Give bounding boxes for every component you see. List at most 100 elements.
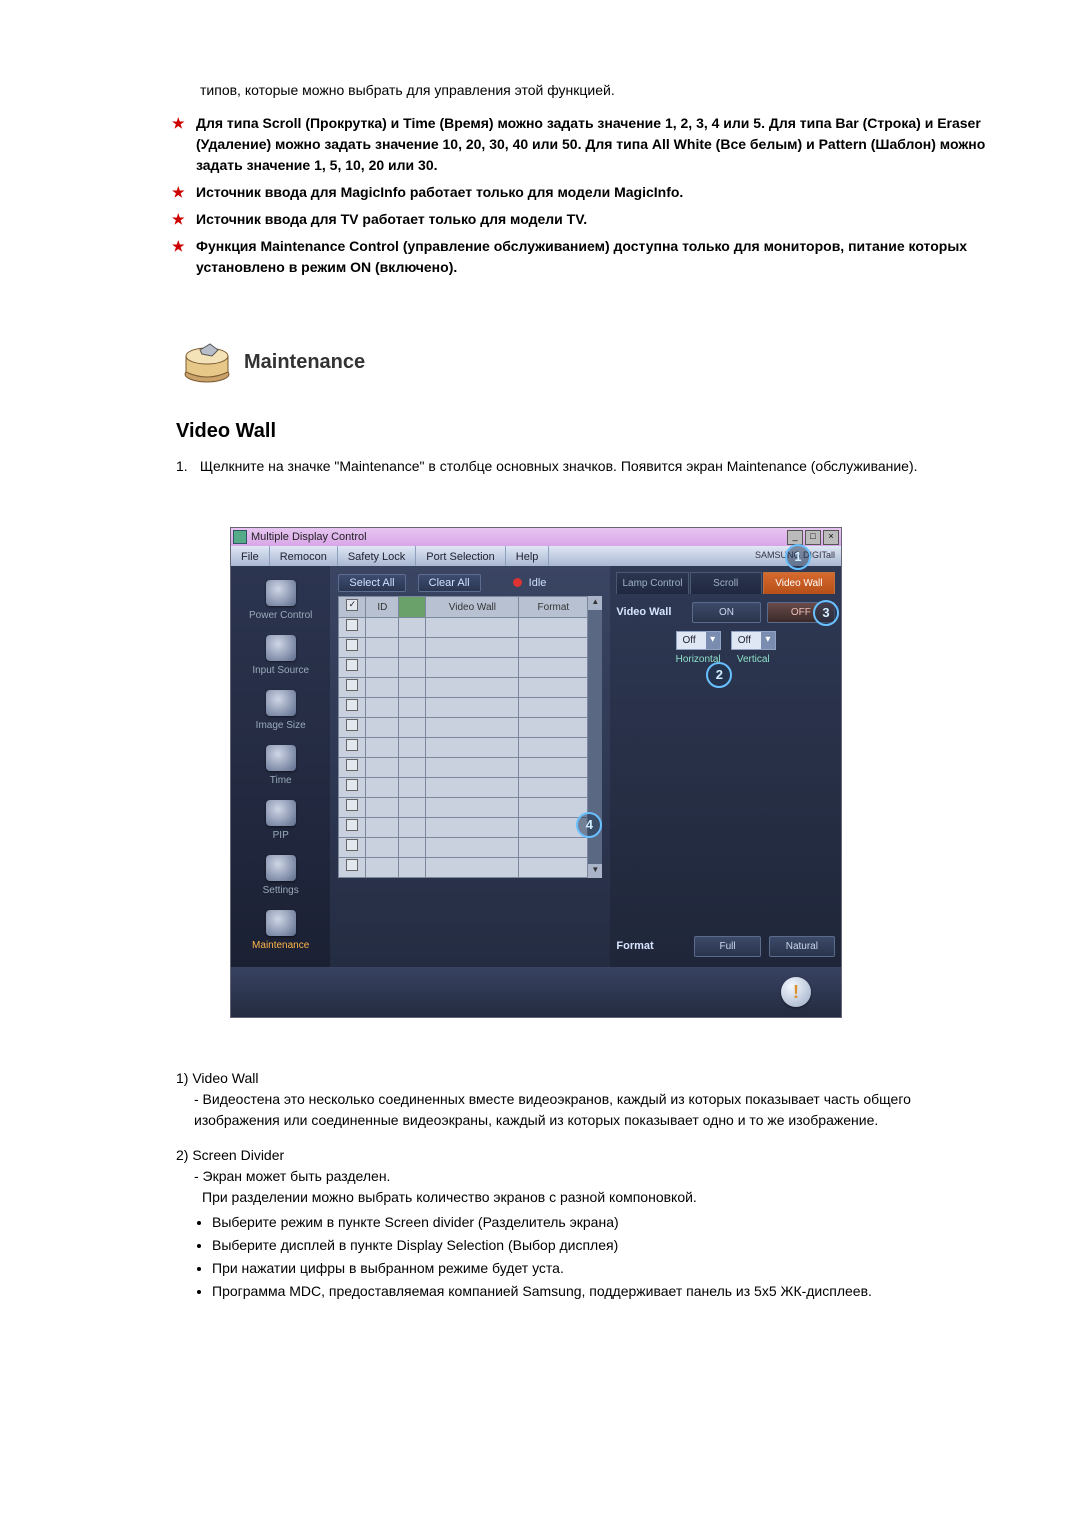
- section-header: Maintenance: [180, 338, 990, 386]
- table-row[interactable]: [339, 738, 588, 758]
- image-size-icon: [266, 690, 296, 716]
- tab-video-wall[interactable]: Video Wall: [763, 572, 835, 594]
- table-row[interactable]: [339, 758, 588, 778]
- row-checkbox[interactable]: [346, 779, 358, 791]
- document-page: типов, которые можно выбрать для управле…: [90, 0, 990, 1376]
- scroll-up-icon[interactable]: ▲: [588, 596, 602, 610]
- table-row[interactable]: [339, 818, 588, 838]
- idle-label: Idle: [529, 577, 547, 589]
- sidebar-item-label: PIP: [231, 828, 330, 843]
- time-icon: [266, 745, 296, 771]
- sidebar-item-label: Image Size: [231, 718, 330, 733]
- table-row[interactable]: [339, 798, 588, 818]
- row-checkbox[interactable]: [346, 839, 358, 851]
- pip-icon: [266, 800, 296, 826]
- sidebar-item-time[interactable]: Time: [231, 739, 330, 794]
- table-row[interactable]: [339, 698, 588, 718]
- app-icon: [233, 530, 247, 544]
- maintenance-nav-icon: [266, 910, 296, 936]
- table-row[interactable]: [339, 638, 588, 658]
- table-row[interactable]: [339, 858, 588, 878]
- sidebar-item-label: Settings: [231, 883, 330, 898]
- format-full-button[interactable]: Full: [694, 936, 760, 957]
- intro-text: типов, которые можно выбрать для управле…: [200, 80, 990, 101]
- menu-file[interactable]: File: [231, 546, 270, 566]
- sidebar-item-maintenance[interactable]: Maintenance: [231, 904, 330, 959]
- display-grid: ID Video Wall Format: [338, 596, 602, 878]
- desc-line: При разделении можно выбрать количество …: [202, 1187, 990, 1208]
- row-checkbox[interactable]: [346, 799, 358, 811]
- row-checkbox[interactable]: [346, 679, 358, 691]
- note-item: Источник ввода для TV работает только дл…: [180, 209, 990, 230]
- col-status-icon: [399, 597, 426, 618]
- menu-port-selection[interactable]: Port Selection: [416, 546, 505, 566]
- row-checkbox[interactable]: [346, 739, 358, 751]
- menu-safety-lock[interactable]: Safety Lock: [338, 546, 416, 566]
- sidebar-item-label: Power Control: [231, 608, 330, 623]
- row-checkbox[interactable]: [346, 759, 358, 771]
- sidebar-item-label: Input Source: [231, 663, 330, 678]
- sidebar-item-label: Maintenance: [231, 938, 330, 953]
- scroll-down-icon[interactable]: ▼: [588, 864, 602, 878]
- maximize-button[interactable]: □: [805, 530, 821, 545]
- chevron-down-icon: ▾: [706, 632, 720, 649]
- center-pane: Select All Clear All Idle ID: [330, 566, 610, 967]
- table-row[interactable]: [339, 838, 588, 858]
- sidebar-item-label: Time: [231, 773, 330, 788]
- app-screenshot: Multiple Display Control _ □ × File Remo…: [230, 527, 842, 1018]
- minimize-button[interactable]: _: [787, 530, 803, 545]
- sidebar-item-input-source[interactable]: Input Source: [231, 629, 330, 684]
- row-checkbox[interactable]: [346, 639, 358, 651]
- close-button[interactable]: ×: [823, 530, 839, 545]
- subsection-title: Video Wall: [176, 416, 990, 446]
- maintenance-icon: [180, 338, 234, 386]
- sidebar-item-settings[interactable]: Settings: [231, 849, 330, 904]
- sidebar-item-power-control[interactable]: Power Control: [231, 574, 330, 629]
- input-source-icon: [266, 635, 296, 661]
- clear-all-button[interactable]: Clear All: [418, 574, 481, 592]
- tab-lamp-control[interactable]: Lamp Control: [616, 572, 688, 594]
- vertical-value: Off: [732, 632, 761, 649]
- row-checkbox[interactable]: [346, 719, 358, 731]
- table-row[interactable]: [339, 678, 588, 698]
- table-row[interactable]: [339, 778, 588, 798]
- desc-bullet: Выберите дисплей в пункте Display Select…: [212, 1235, 990, 1256]
- format-natural-button[interactable]: Natural: [769, 936, 835, 957]
- menu-remocon[interactable]: Remocon: [270, 546, 338, 566]
- description-item: 2) Screen Divider - Экран может быть раз…: [176, 1145, 990, 1302]
- vertical-label: Vertical: [731, 652, 776, 667]
- header-checkbox[interactable]: [346, 599, 358, 611]
- desc-bullet: Выберите режим в пункте Screen divider (…: [212, 1212, 990, 1233]
- table-row[interactable]: [339, 618, 588, 638]
- select-all-button[interactable]: Select All: [338, 574, 405, 592]
- sidebar-item-pip[interactable]: PIP: [231, 794, 330, 849]
- row-checkbox[interactable]: [346, 819, 358, 831]
- settings-icon: [266, 855, 296, 881]
- status-strip: !: [231, 967, 841, 1017]
- horizontal-dropdown[interactable]: Off ▾: [676, 631, 721, 650]
- video-wall-on-button[interactable]: ON: [692, 602, 760, 623]
- row-checkbox[interactable]: [346, 699, 358, 711]
- vertical-dropdown[interactable]: Off ▾: [731, 631, 776, 650]
- description-list: 1) Video Wall - Видеостена это несколько…: [176, 1068, 990, 1302]
- table-row[interactable]: [339, 718, 588, 738]
- sidebar-item-image-size[interactable]: Image Size: [231, 684, 330, 739]
- note-item: Для типа Scroll (Прокрутка) и Time (Врем…: [180, 113, 990, 176]
- tab-scroll[interactable]: Scroll: [690, 572, 762, 594]
- table-row[interactable]: [339, 658, 588, 678]
- desc-bullet: При нажатии цифры в выбранном режиме буд…: [212, 1258, 990, 1279]
- note-list: Для типа Scroll (Прокрутка) и Time (Врем…: [180, 113, 990, 278]
- step-number: 1.: [176, 456, 196, 477]
- col-format: Format: [519, 597, 588, 618]
- chevron-down-icon: ▾: [761, 632, 775, 649]
- row-checkbox[interactable]: [346, 619, 358, 631]
- info-icon: !: [781, 977, 811, 1007]
- section-title: Maintenance: [244, 347, 365, 377]
- callout-2: 2: [706, 662, 732, 688]
- row-checkbox[interactable]: [346, 659, 358, 671]
- step-text: Щелкните на значке "Maintenance" в столб…: [200, 458, 918, 474]
- desc-number: 1): [176, 1070, 188, 1086]
- desc-number: 2): [176, 1147, 188, 1163]
- menu-help[interactable]: Help: [506, 546, 550, 566]
- row-checkbox[interactable]: [346, 859, 358, 871]
